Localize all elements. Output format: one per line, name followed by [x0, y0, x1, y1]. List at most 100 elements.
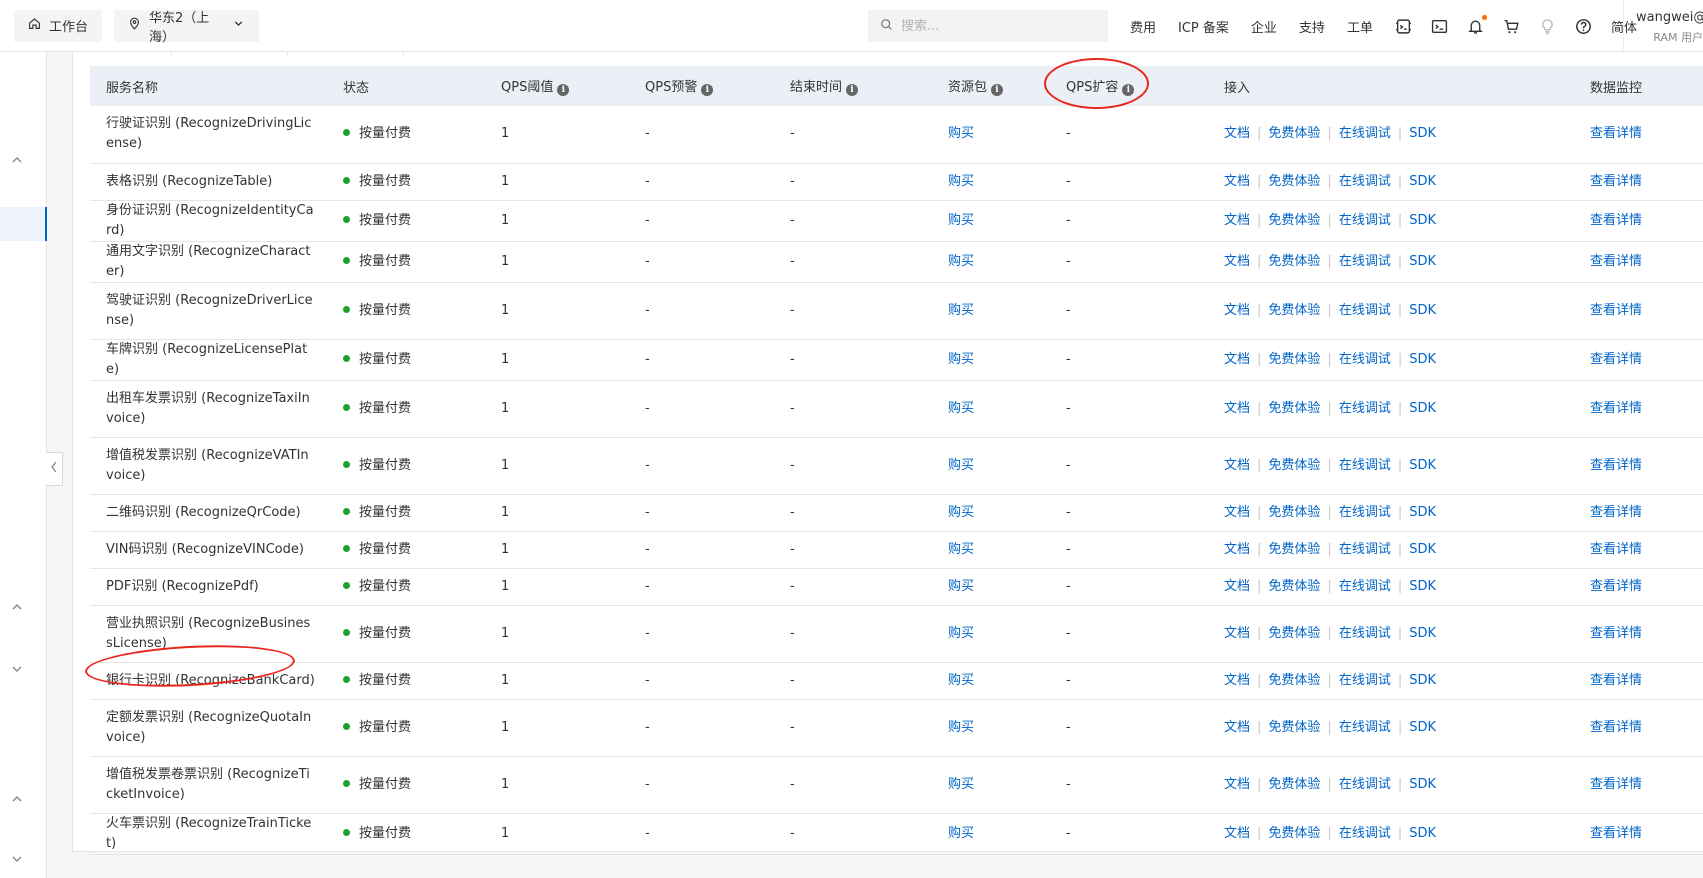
sdk-link[interactable]: SDK [1409, 174, 1436, 189]
online-debug-link[interactable]: 在线调试 [1339, 720, 1391, 735]
docs-link[interactable]: 文档 [1224, 542, 1250, 557]
buy-link[interactable]: 购买 [948, 626, 974, 641]
free-trial-link[interactable]: 免费体验 [1268, 401, 1320, 416]
online-debug-link[interactable]: 在线调试 [1339, 673, 1391, 688]
buy-link[interactable]: 购买 [948, 826, 974, 841]
sdk-link[interactable]: SDK [1409, 826, 1436, 841]
free-trial-link[interactable]: 免费体验 [1268, 826, 1320, 841]
chevron-down-icon[interactable] [10, 852, 24, 866]
chevron-up-icon[interactable] [10, 792, 24, 806]
free-trial-link[interactable]: 免费体验 [1268, 126, 1320, 141]
sdk-link[interactable]: SDK [1409, 720, 1436, 735]
sdk-link[interactable]: SDK [1409, 303, 1436, 318]
buy-link[interactable]: 购买 [948, 352, 974, 367]
docs-link[interactable]: 文档 [1224, 254, 1250, 269]
buy-link[interactable]: 购买 [948, 720, 974, 735]
sdk-link[interactable]: SDK [1409, 352, 1436, 367]
chevron-up-icon[interactable] [10, 600, 24, 614]
online-debug-link[interactable]: 在线调试 [1339, 579, 1391, 594]
online-debug-link[interactable]: 在线调试 [1339, 458, 1391, 473]
buy-link[interactable]: 购买 [948, 126, 974, 141]
docs-link[interactable]: 文档 [1224, 126, 1250, 141]
sdk-link[interactable]: SDK [1409, 579, 1436, 594]
region-selector[interactable]: 华东2（上海） [114, 9, 260, 45]
chevron-down-icon[interactable] [10, 662, 24, 676]
free-trial-link[interactable]: 免费体验 [1268, 213, 1320, 228]
free-trial-link[interactable]: 免费体验 [1268, 174, 1320, 189]
buy-link[interactable]: 购买 [948, 505, 974, 520]
docs-link[interactable]: 文档 [1224, 458, 1250, 473]
buy-link[interactable]: 购买 [948, 303, 974, 318]
view-details-link[interactable]: 查看详情 [1590, 303, 1642, 318]
global-search[interactable] [868, 10, 1108, 42]
free-trial-link[interactable]: 免费体验 [1268, 777, 1320, 792]
search-input[interactable] [901, 18, 1081, 34]
online-debug-link[interactable]: 在线调试 [1339, 542, 1391, 557]
icp-link[interactable]: ICP 备案 [1178, 17, 1229, 36]
docs-link[interactable]: 文档 [1224, 213, 1250, 228]
sdk-link[interactable]: SDK [1409, 254, 1436, 269]
help-icon[interactable] [1575, 18, 1592, 35]
view-details-link[interactable]: 查看详情 [1590, 579, 1642, 594]
free-trial-link[interactable]: 免费体验 [1268, 352, 1320, 367]
docs-link[interactable]: 文档 [1224, 673, 1250, 688]
buy-link[interactable]: 购买 [948, 213, 974, 228]
free-trial-link[interactable]: 免费体验 [1268, 505, 1320, 520]
online-debug-link[interactable]: 在线调试 [1339, 777, 1391, 792]
support-link[interactable]: 支持 [1299, 17, 1325, 36]
sdk-link[interactable]: SDK [1409, 673, 1436, 688]
docs-link[interactable]: 文档 [1224, 720, 1250, 735]
buy-link[interactable]: 购买 [948, 458, 974, 473]
view-details-link[interactable]: 查看详情 [1590, 777, 1642, 792]
view-details-link[interactable]: 查看详情 [1590, 673, 1642, 688]
docs-link[interactable]: 文档 [1224, 579, 1250, 594]
view-details-link[interactable]: 查看详情 [1590, 213, 1642, 228]
info-icon[interactable]: i [701, 84, 714, 96]
sdk-link[interactable]: SDK [1409, 401, 1436, 416]
cart-icon[interactable] [1503, 18, 1520, 35]
free-trial-link[interactable]: 免费体验 [1268, 458, 1320, 473]
free-trial-link[interactable]: 免费体验 [1268, 720, 1320, 735]
view-details-link[interactable]: 查看详情 [1590, 505, 1642, 520]
sidebar-active-item[interactable] [0, 207, 47, 241]
free-trial-link[interactable]: 免费体验 [1268, 254, 1320, 269]
view-details-link[interactable]: 查看详情 [1590, 720, 1642, 735]
lightbulb-icon[interactable] [1539, 18, 1556, 35]
online-debug-link[interactable]: 在线调试 [1339, 303, 1391, 318]
buy-link[interactable]: 购买 [948, 777, 974, 792]
view-details-link[interactable]: 查看详情 [1590, 174, 1642, 189]
docs-link[interactable]: 文档 [1224, 826, 1250, 841]
sdk-link[interactable]: SDK [1409, 505, 1436, 520]
info-icon[interactable]: i [846, 84, 859, 96]
sdk-link[interactable]: SDK [1409, 777, 1436, 792]
docs-link[interactable]: 文档 [1224, 352, 1250, 367]
free-trial-link[interactable]: 免费体验 [1268, 542, 1320, 557]
bell-icon[interactable] [1467, 14, 1487, 35]
free-trial-link[interactable]: 免费体验 [1268, 626, 1320, 641]
buy-link[interactable]: 购买 [948, 579, 974, 594]
info-icon[interactable]: i [1122, 84, 1135, 96]
view-details-link[interactable]: 查看详情 [1590, 826, 1642, 841]
view-details-link[interactable]: 查看详情 [1590, 126, 1642, 141]
online-debug-link[interactable]: 在线调试 [1339, 254, 1391, 269]
view-details-link[interactable]: 查看详情 [1590, 542, 1642, 557]
docs-link[interactable]: 文档 [1224, 401, 1250, 416]
sidebar-collapse-handle[interactable] [46, 452, 63, 486]
view-details-link[interactable]: 查看详情 [1590, 401, 1642, 416]
docs-link[interactable]: 文档 [1224, 303, 1250, 318]
buy-link[interactable]: 购买 [948, 542, 974, 557]
buy-link[interactable]: 购买 [948, 673, 974, 688]
sdk-link[interactable]: SDK [1409, 458, 1436, 473]
online-debug-link[interactable]: 在线调试 [1339, 213, 1391, 228]
view-details-link[interactable]: 查看详情 [1590, 352, 1642, 367]
enterprise-link[interactable]: 企业 [1251, 17, 1277, 36]
chevron-up-icon[interactable] [10, 153, 24, 167]
view-details-link[interactable]: 查看详情 [1590, 458, 1642, 473]
view-details-link[interactable]: 查看详情 [1590, 626, 1642, 641]
docs-link[interactable]: 文档 [1224, 777, 1250, 792]
free-trial-link[interactable]: 免费体验 [1268, 579, 1320, 594]
sdk-link[interactable]: SDK [1409, 213, 1436, 228]
ticket-link[interactable]: 工单 [1347, 17, 1373, 36]
online-debug-link[interactable]: 在线调试 [1339, 126, 1391, 141]
cloud-shell-icon[interactable] [1395, 18, 1412, 35]
